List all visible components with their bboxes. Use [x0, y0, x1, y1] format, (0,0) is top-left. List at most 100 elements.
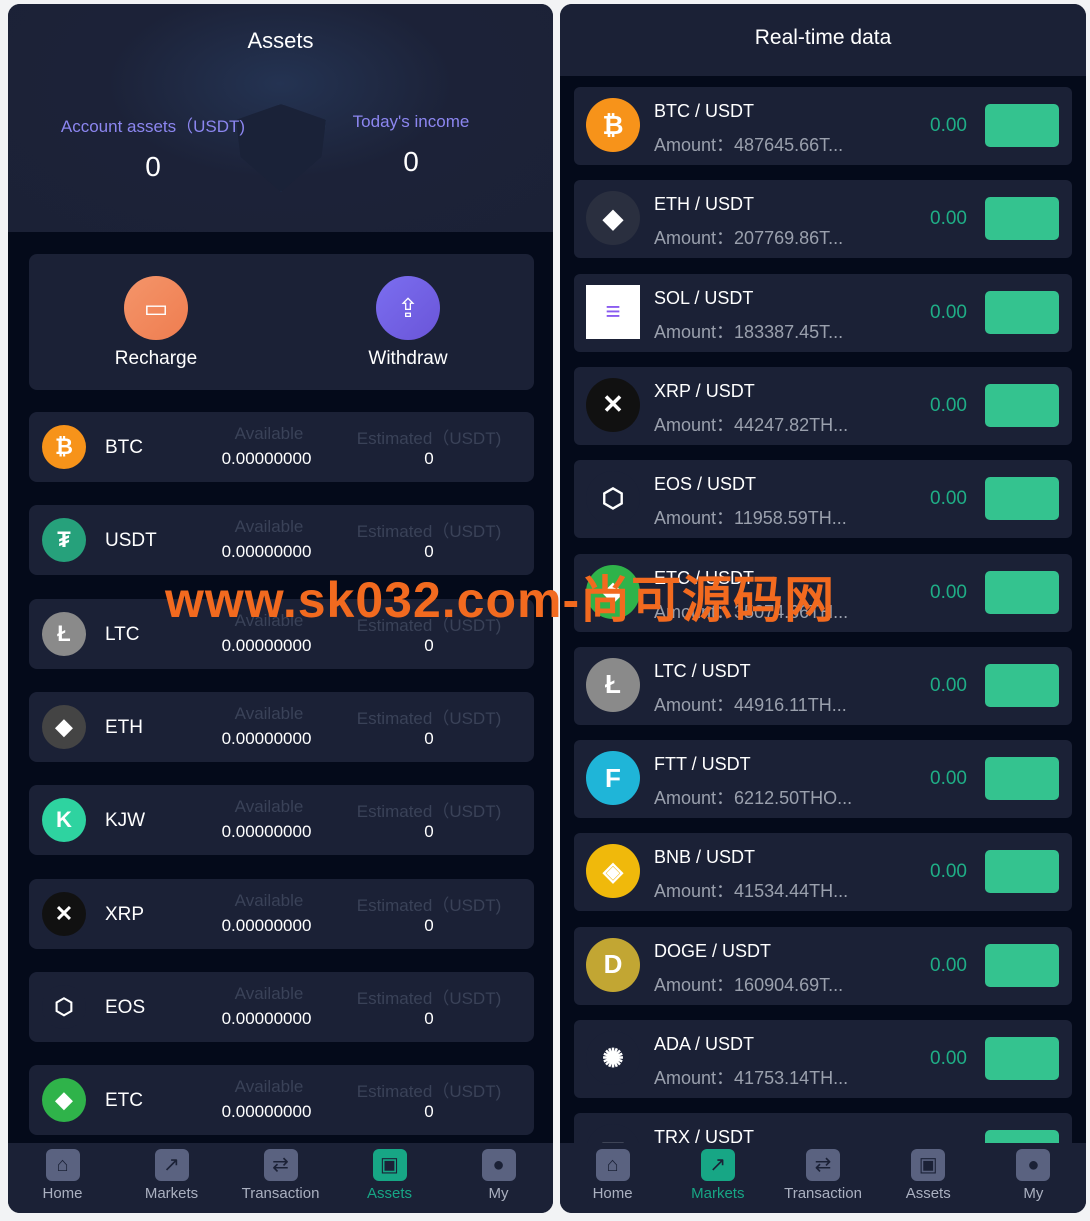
- tether-icon: ₮: [42, 518, 86, 563]
- markets-header: Real-time data: [560, 4, 1086, 76]
- change-button[interactable]: [985, 383, 1059, 427]
- watermark: www.sk032.com-尚可源码网: [165, 572, 836, 628]
- price-change: 0.00: [930, 301, 967, 323]
- page-title: Assets: [247, 28, 314, 53]
- pair-name: XRP / USDT: [654, 380, 755, 401]
- change-button[interactable]: [985, 1037, 1059, 1080]
- coin-row-kjw[interactable]: K KJW Available 0.00000000 Estimated（USD…: [29, 785, 534, 856]
- available-label: Available: [234, 424, 304, 443]
- market-row[interactable]: Ł LTC / USDT Amount：44916.11TH... 0.00: [574, 646, 1072, 725]
- change-button[interactable]: [985, 757, 1059, 801]
- market-row[interactable]: ⬡ EOS / USDT Amount：11958.59TH... 0.00: [574, 460, 1072, 539]
- bottom-nav: ⌂ Home ↗ Markets ⇄ Transaction ▣ Assets ● My: [560, 1143, 1086, 1213]
- wallet-icon: ▭: [124, 276, 188, 340]
- amount-label: Amount：: [654, 788, 735, 809]
- available-label: Available: [234, 517, 304, 537]
- change-button[interactable]: [985, 663, 1059, 707]
- coin-row-eos[interactable]: ⬡ EOS Available 0.00000000 Estimated（USD…: [29, 971, 534, 1042]
- home-icon: ⌂: [595, 1149, 630, 1181]
- coin-row-xrp[interactable]: ✕ XRP Available 0.00000000 Estimated（USD…: [29, 878, 534, 949]
- coin-name: ETC: [105, 1090, 143, 1112]
- eos-icon: ⬡: [586, 471, 640, 526]
- litecoin-icon: Ł: [586, 657, 640, 712]
- nav-my[interactable]: ● My: [981, 1143, 1086, 1213]
- nav-label: Transaction: [241, 1185, 320, 1202]
- amount-value: 41753.14TH...: [734, 1068, 849, 1088]
- market-row[interactable]: D DOGE / USDT Amount：160904.69T... 0.00: [574, 926, 1072, 1005]
- price-change: 0.00: [930, 394, 967, 416]
- account-assets-value: 0: [145, 151, 161, 182]
- market-row[interactable]: ₿ BTC / USDT Amount：487645.66T... 0.00: [574, 87, 1072, 165]
- market-row[interactable]: ◆ ETH / USDT Amount：207769.86T... 0.00: [574, 180, 1072, 259]
- todays-income-value: 0: [403, 146, 419, 177]
- kjw-icon: K: [42, 798, 86, 843]
- coin-row-eth[interactable]: ◆ ETH Available 0.00000000 Estimated（USD…: [29, 691, 534, 762]
- withdraw-button[interactable]: ⇪ Withdraw: [338, 276, 478, 370]
- change-button[interactable]: [985, 477, 1059, 521]
- coin-row-btc[interactable]: ₿ BTC Available 0.00000000 Estimated（USD…: [29, 412, 534, 482]
- price-change: 0.00: [930, 581, 967, 603]
- change-button[interactable]: [985, 290, 1059, 334]
- nav-home[interactable]: ⌂ Home: [560, 1143, 665, 1213]
- amount: Amount：44916.11TH...: [654, 691, 847, 717]
- market-row[interactable]: F FTT / USDT Amount：6212.50THO... 0.00: [574, 740, 1072, 819]
- amount-label: Amount：: [654, 228, 735, 249]
- etc-icon: ◆: [42, 1078, 86, 1123]
- ethereum-icon: ◆: [586, 191, 640, 246]
- litecoin-icon: Ł: [42, 611, 86, 656]
- pair-name: BTC / USDT: [654, 101, 755, 121]
- nav-markets[interactable]: ↗ Markets: [117, 1143, 226, 1213]
- market-row[interactable]: ◈ BNB / USDT Amount：41534.44TH... 0.00: [574, 833, 1072, 912]
- nav-my[interactable]: ● My: [444, 1143, 553, 1213]
- estimated-label: Estimated（USDT): [356, 429, 502, 448]
- amount: Amount：487645.66T...: [654, 131, 843, 157]
- chart-icon: ↗: [154, 1149, 189, 1181]
- nav-home[interactable]: ⌂ Home: [8, 1143, 117, 1213]
- pair-name: ADA / USDT: [654, 1034, 755, 1054]
- actions-card: ▭ Recharge ⇪ Withdraw: [29, 254, 534, 390]
- ftt-icon: F: [586, 751, 640, 806]
- pair-name: FTT / USDT: [654, 754, 751, 775]
- market-row[interactable]: ✕ XRP / USDT Amount：44247.82TH... 0.00: [574, 366, 1072, 445]
- coin-row-etc[interactable]: ◆ ETC Available 0.00000000 Estimated（USD…: [29, 1065, 534, 1136]
- amount-value: 44916.11TH...: [734, 694, 847, 715]
- nav-label: Markets: [144, 1185, 199, 1202]
- amount: Amount：207769.86T...: [654, 224, 843, 250]
- change-button[interactable]: [985, 850, 1059, 894]
- bnb-icon: ◈: [586, 844, 640, 899]
- available-value: 0.00000000: [221, 449, 312, 468]
- change-button[interactable]: [985, 570, 1059, 614]
- nav-transaction[interactable]: ⇄ Transaction: [226, 1143, 335, 1213]
- available-value: 0.00000000: [221, 728, 312, 748]
- available-value: 0.00000000: [221, 822, 312, 842]
- bitcoin-icon: ₿: [586, 98, 640, 152]
- nav-label: Assets: [905, 1185, 951, 1202]
- amount-value: 41534.44TH...: [734, 881, 849, 902]
- estimated-value: 0: [424, 1008, 434, 1028]
- market-row[interactable]: ≡ SOL / USDT Amount：183387.45T... 0.00: [574, 273, 1072, 352]
- nav-transaction[interactable]: ⇄ Transaction: [770, 1143, 875, 1213]
- amount-value: 44247.82TH...: [734, 414, 849, 435]
- account-assets: Account assets（USDT) 0: [33, 112, 273, 183]
- available-label: Available: [234, 1077, 304, 1097]
- home-icon: ⌂: [45, 1149, 80, 1181]
- amount-label: Amount：: [654, 508, 735, 529]
- nav-label: My: [1023, 1185, 1044, 1202]
- market-row[interactable]: ✺ ADA / USDT Amount：41753.14TH... 0.00: [574, 1020, 1072, 1098]
- xrp-icon: ✕: [586, 377, 640, 432]
- recharge-button[interactable]: ▭ Recharge: [86, 276, 226, 370]
- estimated-value: 0: [424, 915, 434, 935]
- nav-assets[interactable]: ▣ Assets: [876, 1143, 981, 1213]
- price-change: 0.00: [930, 954, 967, 976]
- change-button[interactable]: [985, 197, 1059, 241]
- change-button[interactable]: [985, 943, 1059, 987]
- change-button[interactable]: [985, 104, 1059, 147]
- nav-label: Markets: [691, 1185, 745, 1202]
- estimated-label: Estimated（USDT): [356, 522, 502, 542]
- estimated-value: 0: [424, 822, 434, 842]
- pair-name: ETH / USDT: [654, 194, 755, 215]
- nav-markets[interactable]: ↗ Markets: [665, 1143, 770, 1213]
- nav-assets[interactable]: ▣ Assets: [335, 1143, 444, 1213]
- nav-label: Home: [42, 1185, 83, 1202]
- nav-label: Assets: [366, 1185, 412, 1202]
